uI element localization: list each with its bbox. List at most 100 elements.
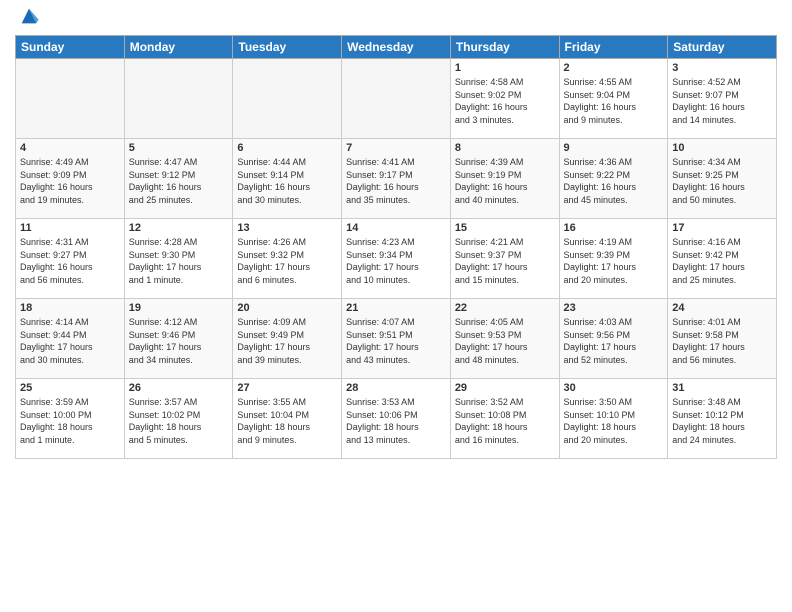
column-header-friday: Friday — [559, 36, 668, 59]
column-header-sunday: Sunday — [16, 36, 125, 59]
calendar-cell: 7 Sunrise: 4:41 AM Sunset: 9:17 PM Daylig… — [342, 139, 451, 219]
column-header-saturday: Saturday — [668, 36, 777, 59]
day-number: 27 — [237, 382, 337, 394]
calendar-cell: 6 Sunrise: 4:44 AM Sunset: 9:14 PM Daylig… — [233, 139, 342, 219]
day-info: Sunrise: 4:58 AM Sunset: 9:02 PM Dayligh… — [455, 76, 555, 126]
calendar-row: 11 Sunrise: 4:31 AM Sunset: 9:27 PM Dayli… — [16, 219, 777, 299]
day-info: Sunrise: 4:09 AM Sunset: 9:49 PM Dayligh… — [237, 316, 337, 366]
day-info: Sunrise: 4:55 AM Sunset: 9:04 PM Dayligh… — [564, 76, 664, 126]
page: SundayMondayTuesdayWednesdayThursdayFrid… — [0, 0, 792, 612]
calendar-cell: 25Sunrise: 3:59 AM Sunset: 10:00 PM Dayl… — [16, 379, 125, 459]
calendar-cell: 8Sunrise: 4:39 AM Sunset: 9:19 PM Daylig… — [450, 139, 559, 219]
day-number: 1 — [455, 62, 555, 74]
day-info: Sunrise: 3:52 AM Sunset: 10:08 PM Daylig… — [455, 396, 555, 446]
day-number: 14 — [346, 222, 446, 234]
calendar-cell: 16 Sunrise: 4:19 AM Sunset: 9:39 PM Dayli… — [559, 219, 668, 299]
calendar-cell: 17 Sunrise: 4:16 AM Sunset: 9:42 PM Dayli… — [668, 219, 777, 299]
day-number: 7 — [346, 142, 446, 154]
column-header-tuesday: Tuesday — [233, 36, 342, 59]
day-info: Sunrise: 4:31 AM Sunset: 9:27 PM Dayligh… — [20, 236, 120, 286]
day-info: Sunrise: 4:07 AM Sunset: 9:51 PM Dayligh… — [346, 316, 446, 366]
day-number: 26 — [129, 382, 229, 394]
day-number: 23 — [564, 302, 664, 314]
calendar-cell: 15Sunrise: 4:21 AM Sunset: 9:37 PM Dayli… — [450, 219, 559, 299]
calendar-row: 25Sunrise: 3:59 AM Sunset: 10:00 PM Dayl… — [16, 379, 777, 459]
day-number: 6 — [237, 142, 337, 154]
day-info: Sunrise: 4:19 AM Sunset: 9:39 PM Dayligh… — [564, 236, 664, 286]
header-row: SundayMondayTuesdayWednesdayThursdayFrid… — [16, 36, 777, 59]
day-number: 16 — [564, 222, 664, 234]
day-info: Sunrise: 3:57 AM Sunset: 10:02 PM Daylig… — [129, 396, 229, 446]
day-number: 24 — [672, 302, 772, 314]
calendar-cell: 31Sunrise: 3:48 AM Sunset: 10:12 PM Dayl… — [668, 379, 777, 459]
calendar-row: 4 Sunrise: 4:49 AM Sunset: 9:09 PM Daylig… — [16, 139, 777, 219]
calendar-cell: 18 Sunrise: 4:14 AM Sunset: 9:44 PM Dayli… — [16, 299, 125, 379]
calendar-cell: 4 Sunrise: 4:49 AM Sunset: 9:09 PM Daylig… — [16, 139, 125, 219]
day-number: 19 — [129, 302, 229, 314]
day-number: 29 — [455, 382, 555, 394]
column-header-thursday: Thursday — [450, 36, 559, 59]
calendar-row: 1 Sunrise: 4:58 AM Sunset: 9:02 PM Daylig… — [16, 59, 777, 139]
calendar-cell — [233, 59, 342, 139]
day-number: 17 — [672, 222, 772, 234]
column-header-wednesday: Wednesday — [342, 36, 451, 59]
day-number: 4 — [20, 142, 120, 154]
day-info: Sunrise: 4:26 AM Sunset: 9:32 PM Dayligh… — [237, 236, 337, 286]
calendar-cell: 3Sunrise: 4:52 AM Sunset: 9:07 PM Daylig… — [668, 59, 777, 139]
day-number: 10 — [672, 142, 772, 154]
calendar-header: SundayMondayTuesdayWednesdayThursdayFrid… — [16, 36, 777, 59]
calendar-cell: 20 Sunrise: 4:09 AM Sunset: 9:49 PM Dayli… — [233, 299, 342, 379]
calendar-cell — [124, 59, 233, 139]
day-number: 13 — [237, 222, 337, 234]
day-number: 12 — [129, 222, 229, 234]
day-info: Sunrise: 4:03 AM Sunset: 9:56 PM Dayligh… — [564, 316, 664, 366]
day-info: Sunrise: 4:28 AM Sunset: 9:30 PM Dayligh… — [129, 236, 229, 286]
day-number: 22 — [455, 302, 555, 314]
calendar-cell: 24 Sunrise: 4:01 AM Sunset: 9:58 PM Dayli… — [668, 299, 777, 379]
day-number: 2 — [564, 62, 664, 74]
day-number: 11 — [20, 222, 120, 234]
calendar-cell: 12 Sunrise: 4:28 AM Sunset: 9:30 PM Dayli… — [124, 219, 233, 299]
day-info: Sunrise: 4:01 AM Sunset: 9:58 PM Dayligh… — [672, 316, 772, 366]
logo-icon — [18, 5, 40, 27]
day-number: 9 — [564, 142, 664, 154]
calendar-cell: 19Sunrise: 4:12 AM Sunset: 9:46 PM Dayli… — [124, 299, 233, 379]
calendar-cell — [16, 59, 125, 139]
calendar-cell: 21 Sunrise: 4:07 AM Sunset: 9:51 PM Dayli… — [342, 299, 451, 379]
day-number: 31 — [672, 382, 772, 394]
calendar-table: SundayMondayTuesdayWednesdayThursdayFrid… — [15, 35, 777, 459]
day-info: Sunrise: 4:34 AM Sunset: 9:25 PM Dayligh… — [672, 156, 772, 206]
calendar-cell: 27 Sunrise: 3:55 AM Sunset: 10:04 PM Dayl… — [233, 379, 342, 459]
day-info: Sunrise: 4:47 AM Sunset: 9:12 PM Dayligh… — [129, 156, 229, 206]
day-number: 21 — [346, 302, 446, 314]
calendar-cell: 13 Sunrise: 4:26 AM Sunset: 9:32 PM Dayli… — [233, 219, 342, 299]
day-info: Sunrise: 4:49 AM Sunset: 9:09 PM Dayligh… — [20, 156, 120, 206]
calendar-cell — [342, 59, 451, 139]
day-info: Sunrise: 4:39 AM Sunset: 9:19 PM Dayligh… — [455, 156, 555, 206]
calendar-cell: 14Sunrise: 4:23 AM Sunset: 9:34 PM Dayli… — [342, 219, 451, 299]
calendar-row: 18 Sunrise: 4:14 AM Sunset: 9:44 PM Dayli… — [16, 299, 777, 379]
day-info: Sunrise: 3:50 AM Sunset: 10:10 PM Daylig… — [564, 396, 664, 446]
calendar-cell: 22 Sunrise: 4:05 AM Sunset: 9:53 PM Dayli… — [450, 299, 559, 379]
day-info: Sunrise: 3:53 AM Sunset: 10:06 PM Daylig… — [346, 396, 446, 446]
day-info: Sunrise: 3:55 AM Sunset: 10:04 PM Daylig… — [237, 396, 337, 446]
calendar-body: 1 Sunrise: 4:58 AM Sunset: 9:02 PM Daylig… — [16, 59, 777, 459]
day-info: Sunrise: 4:44 AM Sunset: 9:14 PM Dayligh… — [237, 156, 337, 206]
column-header-monday: Monday — [124, 36, 233, 59]
day-info: Sunrise: 4:14 AM Sunset: 9:44 PM Dayligh… — [20, 316, 120, 366]
day-info: Sunrise: 4:52 AM Sunset: 9:07 PM Dayligh… — [672, 76, 772, 126]
day-number: 18 — [20, 302, 120, 314]
calendar-cell: 2 Sunrise: 4:55 AM Sunset: 9:04 PM Daylig… — [559, 59, 668, 139]
calendar-cell: 9 Sunrise: 4:36 AM Sunset: 9:22 PM Daylig… — [559, 139, 668, 219]
calendar-cell: 1 Sunrise: 4:58 AM Sunset: 9:02 PM Daylig… — [450, 59, 559, 139]
day-info: Sunrise: 4:41 AM Sunset: 9:17 PM Dayligh… — [346, 156, 446, 206]
logo — [15, 10, 40, 27]
day-number: 20 — [237, 302, 337, 314]
day-info: Sunrise: 4:16 AM Sunset: 9:42 PM Dayligh… — [672, 236, 772, 286]
calendar-cell: 23 Sunrise: 4:03 AM Sunset: 9:56 PM Dayli… — [559, 299, 668, 379]
day-info: Sunrise: 4:36 AM Sunset: 9:22 PM Dayligh… — [564, 156, 664, 206]
day-info: Sunrise: 3:59 AM Sunset: 10:00 PM Daylig… — [20, 396, 120, 446]
day-info: Sunrise: 4:05 AM Sunset: 9:53 PM Dayligh… — [455, 316, 555, 366]
day-number: 5 — [129, 142, 229, 154]
header — [15, 10, 777, 27]
